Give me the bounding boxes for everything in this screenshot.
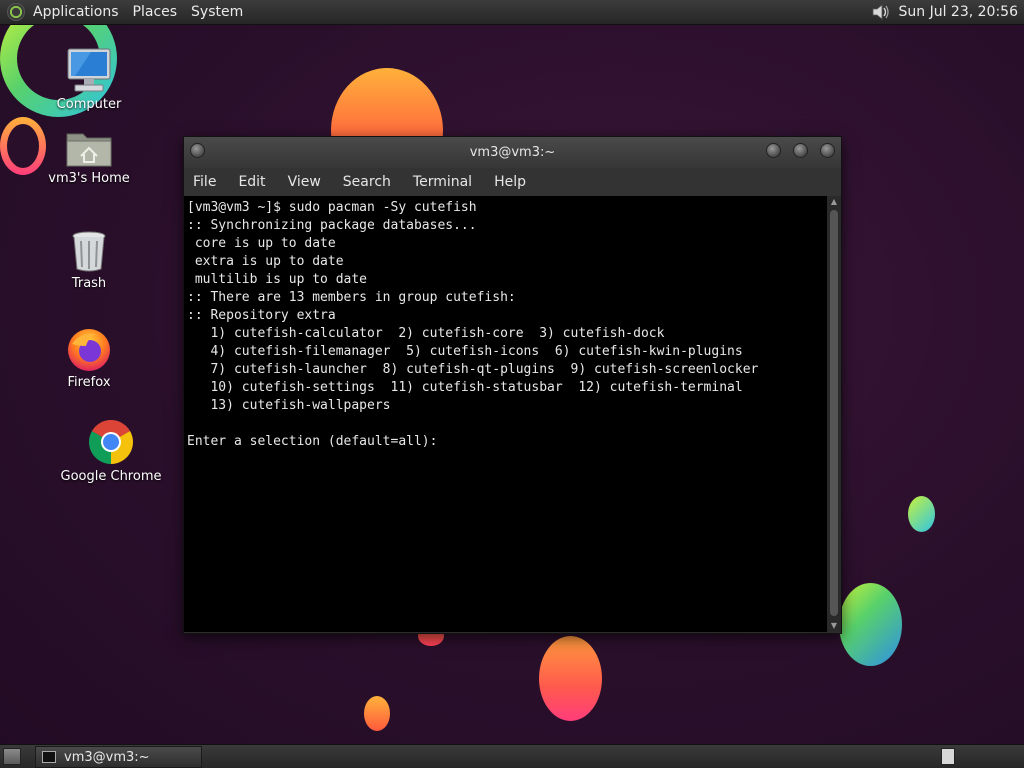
desktop-icon-computer[interactable]: Computer [52, 46, 126, 112]
terminal-line: :: Synchronizing package databases... [187, 218, 477, 233]
scroll-down-icon[interactable]: ▼ [827, 620, 841, 632]
desktop-icon-label: Firefox [67, 375, 111, 390]
terminal-line: 10) cutefish-settings 11) cutefish-statu… [187, 380, 743, 395]
workspace-switcher-icon[interactable] [941, 748, 955, 765]
terminal-scrollbar[interactable]: ▲ ▼ [827, 196, 841, 632]
window-title-bar[interactable]: vm3@vm3:~ [184, 137, 841, 168]
menu-help[interactable]: Help [494, 174, 526, 190]
firefox-icon [66, 326, 112, 372]
places-menu[interactable]: Places [133, 4, 178, 20]
panel-tray: Sun Jul 23, 20:56 [871, 3, 1019, 21]
wallpaper-small-ring [0, 117, 46, 175]
desktop-icon-firefox[interactable]: Firefox [52, 326, 126, 390]
taskbar-item-label: vm3@vm3:~ [64, 749, 150, 765]
terminal-line: 4) cutefish-filemanager 5) cutefish-icon… [187, 344, 743, 359]
terminal-line: 13) cutefish-wallpapers [187, 398, 391, 413]
wallpaper-bottom-orange-blob [539, 636, 602, 721]
close-icon[interactable] [820, 143, 835, 158]
wallpaper-small-orange-blob [364, 696, 390, 731]
desktop-icon-home[interactable]: vm3's Home [48, 128, 130, 186]
computer-icon [65, 46, 113, 94]
menu-search[interactable]: Search [343, 174, 391, 190]
terminal-menubar: File Edit View Search Terminal Help [184, 168, 841, 196]
desktop-icon-label: vm3's Home [48, 171, 130, 186]
volume-icon[interactable] [871, 3, 891, 21]
taskbar-item-terminal[interactable]: vm3@vm3:~ [35, 746, 202, 768]
applications-menu[interactable]: Applications [33, 4, 119, 20]
desktop-icon-chrome[interactable]: Google Chrome [60, 418, 162, 484]
window-title: vm3@vm3:~ [469, 145, 556, 160]
window-menu-icon[interactable] [190, 143, 205, 158]
show-desktop-icon[interactable] [3, 748, 21, 765]
scroll-up-icon[interactable]: ▲ [827, 196, 841, 208]
wallpaper-mini-blue-blob [908, 496, 935, 532]
scrollbar-thumb[interactable] [830, 210, 838, 616]
trash-icon [69, 229, 109, 273]
home-folder-icon [65, 128, 113, 168]
desktop-icon-label: Google Chrome [60, 469, 162, 484]
menu-terminal[interactable]: Terminal [413, 174, 472, 190]
clock[interactable]: Sun Jul 23, 20:56 [899, 4, 1019, 20]
menu-view[interactable]: View [288, 174, 321, 190]
top-panel: Applications Places System Sun Jul 23, 2… [0, 0, 1024, 25]
chrome-icon [87, 418, 135, 466]
terminal-line: 7) cutefish-launcher 8) cutefish-qt-plug… [187, 362, 759, 377]
terminal-line: extra is up to date [187, 254, 344, 269]
terminal-icon [42, 751, 56, 763]
bottom-panel: vm3@vm3:~ [0, 744, 1024, 768]
terminal-output[interactable]: [vm3@vm3 ~]$ sudo pacman -Sy cutefish ::… [184, 196, 827, 632]
terminal-text[interactable]: [vm3@vm3 ~]$ sudo pacman -Sy cutefish ::… [184, 196, 827, 451]
terminal-window[interactable]: vm3@vm3:~ File Edit View Search Terminal… [183, 136, 842, 634]
system-menu[interactable]: System [191, 4, 243, 20]
terminal-line: 1) cutefish-calculator 2) cutefish-core … [187, 326, 665, 341]
mate-logo-icon[interactable] [7, 3, 25, 21]
terminal-line: :: There are 13 members in group cutefis… [187, 290, 516, 305]
terminal-prompt-line: Enter a selection (default=all): [187, 434, 446, 449]
terminal-line: [vm3@vm3 ~]$ sudo pacman -Sy cutefish [187, 200, 477, 215]
menu-edit[interactable]: Edit [238, 174, 265, 190]
terminal-line: core is up to date [187, 236, 336, 251]
menu-file[interactable]: File [193, 174, 216, 190]
minimize-icon[interactable] [766, 143, 781, 158]
terminal-line: :: Repository extra [187, 308, 336, 323]
maximize-icon[interactable] [793, 143, 808, 158]
desktop-icon-trash[interactable]: Trash [52, 229, 126, 291]
desktop-icon-label: Trash [71, 276, 107, 291]
wallpaper-blue-blob [839, 583, 902, 666]
desktop-icon-label: Computer [56, 97, 122, 112]
terminal-line: multilib is up to date [187, 272, 368, 287]
